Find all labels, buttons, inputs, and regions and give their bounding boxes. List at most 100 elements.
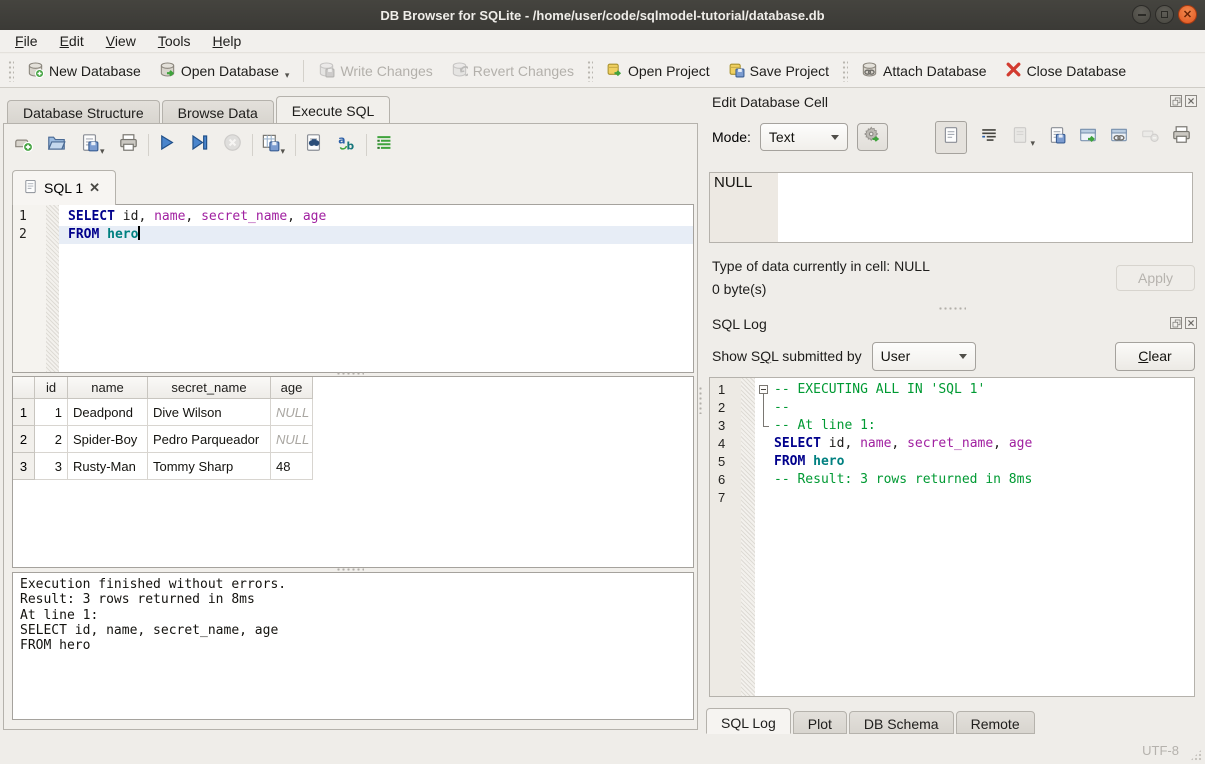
- clear-log-button[interactable]: Clear: [1115, 342, 1195, 371]
- table-cell[interactable]: NULL: [271, 399, 313, 426]
- cell-log-splitter[interactable]: [938, 306, 966, 311]
- execute-line-button[interactable]: [190, 133, 209, 157]
- toolbar-drag-handle[interactable]: [842, 60, 848, 82]
- column-header-age[interactable]: age: [271, 377, 313, 399]
- print-button[interactable]: [1172, 125, 1191, 149]
- dock-tab-sql-log[interactable]: SQL Log: [706, 708, 791, 734]
- log-line-number: 4: [710, 435, 741, 453]
- results-table[interactable]: idnamesecret_nameage11DeadpondDive Wilso…: [12, 376, 694, 568]
- line-number: 2: [13, 226, 46, 244]
- row-header[interactable]: 2: [13, 426, 35, 453]
- table-corner-cell[interactable]: [13, 377, 35, 399]
- sql-editor[interactable]: 12 SELECT id, name, secret_name, ageFROM…: [12, 204, 694, 373]
- close-panel-button[interactable]: [1185, 317, 1197, 329]
- table-cell[interactable]: 1: [35, 399, 68, 426]
- execute-sql-panel: ▾ ▾ ab SQL 1 ✕ 12 SELECT id, name, secret_…: [3, 123, 698, 730]
- toolbar-button-label: New Database: [49, 63, 141, 79]
- open-database-button[interactable]: Open Database▾: [150, 58, 299, 84]
- toolbar-drag-handle[interactable]: [8, 60, 14, 82]
- table-cell[interactable]: Deadpond: [68, 399, 148, 426]
- menu-bar: FileEditViewToolsHelp: [0, 30, 1205, 53]
- float-panel-button[interactable]: [1170, 317, 1182, 329]
- float-panel-button[interactable]: [1170, 95, 1182, 107]
- menu-item-view[interactable]: View: [95, 31, 147, 51]
- sql-log-title: SQL Log: [712, 316, 767, 332]
- tab-database-structure[interactable]: Database Structure: [7, 100, 160, 123]
- table-cell[interactable]: 48: [271, 453, 313, 480]
- dropdown-caret-icon[interactable]: ▾: [281, 146, 286, 157]
- print-button[interactable]: [119, 133, 138, 157]
- word-wrap-button[interactable]: [980, 126, 998, 149]
- link-data-icon: [1110, 126, 1128, 149]
- save-project-button[interactable]: Save Project: [719, 58, 838, 84]
- column-header-name[interactable]: name: [68, 377, 148, 399]
- table-cell[interactable]: Pedro Parqueador: [148, 426, 271, 453]
- table-cell[interactable]: 3: [35, 453, 68, 480]
- format-sql-button[interactable]: [375, 133, 394, 157]
- new-database-button[interactable]: New Database: [18, 58, 150, 84]
- text-cursor: [138, 226, 140, 240]
- replace-button[interactable]: ab: [337, 133, 356, 157]
- menu-item-file[interactable]: File: [4, 31, 49, 51]
- minimize-button[interactable]: [1132, 5, 1151, 24]
- menu-item-tools[interactable]: Tools: [147, 31, 202, 51]
- table-cell[interactable]: Rusty-Man: [68, 453, 148, 480]
- print-icon: [1172, 125, 1191, 149]
- table-cell[interactable]: Dive Wilson: [148, 399, 271, 426]
- log-filter-select[interactable]: User: [872, 342, 976, 371]
- table-row: 33Rusty-ManTommy Sharp48: [13, 453, 693, 480]
- cell-value-editor[interactable]: NULL: [709, 172, 1193, 243]
- open-external-button[interactable]: [1079, 126, 1097, 149]
- table-cell[interactable]: NULL: [271, 426, 313, 453]
- sql-log-view[interactable]: 1234567 -- EXECUTING ALL IN 'SQL 1'---- …: [709, 377, 1195, 697]
- menu-item-help[interactable]: Help: [202, 31, 253, 51]
- cell-value: NULL: [714, 174, 752, 191]
- column-header-secret_name[interactable]: secret_name: [148, 377, 271, 399]
- dropdown-caret-icon[interactable]: ▾: [100, 146, 105, 157]
- sql-document-tab[interactable]: SQL 1 ✕: [12, 170, 116, 205]
- save-sql-file-button[interactable]: ▾: [80, 133, 105, 157]
- link-data-button[interactable]: [1110, 126, 1128, 149]
- tab-execute-sql[interactable]: Execute SQL: [276, 96, 391, 123]
- toolbar-drag-handle[interactable]: [587, 60, 593, 82]
- close-sql-tab-icon[interactable]: ✕: [89, 180, 100, 196]
- row-header[interactable]: 1: [13, 399, 35, 426]
- toolbar-button-label: Save Project: [750, 63, 829, 79]
- export-results-button[interactable]: ▾: [261, 133, 286, 157]
- table-cell[interactable]: Tommy Sharp: [148, 453, 271, 480]
- dock-tab-db-schema[interactable]: DB Schema: [849, 711, 954, 734]
- apply-button[interactable]: Apply: [1116, 265, 1195, 291]
- row-header[interactable]: 3: [13, 453, 35, 480]
- import-data-icon: [1011, 126, 1029, 149]
- export-data-button[interactable]: [1048, 126, 1066, 149]
- dock-tab-remote[interactable]: Remote: [956, 711, 1035, 734]
- column-header-id[interactable]: id: [35, 377, 68, 399]
- auto-apply-button[interactable]: [857, 123, 888, 151]
- fold-marker-icon[interactable]: [759, 385, 768, 394]
- new-sql-tab-button[interactable]: [14, 133, 33, 157]
- panel-splitter[interactable]: [698, 386, 703, 414]
- find-button[interactable]: [304, 133, 323, 157]
- attach-database-button[interactable]: Attach Database: [852, 58, 996, 84]
- close-panel-button[interactable]: [1185, 95, 1197, 107]
- maximize-button[interactable]: [1155, 5, 1174, 24]
- open-sql-file-button[interactable]: [47, 133, 66, 157]
- close-button[interactable]: ✕: [1178, 5, 1197, 24]
- execute-all-button[interactable]: [157, 133, 176, 157]
- execute-line-icon: [190, 133, 209, 157]
- svg-text:a: a: [338, 134, 345, 147]
- resize-grip[interactable]: [1190, 749, 1202, 761]
- table-cell[interactable]: Spider-Boy: [68, 426, 148, 453]
- table-cell[interactable]: 2: [35, 426, 68, 453]
- mode-select[interactable]: Text: [760, 123, 848, 151]
- code-line: SELECT id, name, secret_name, age: [755, 435, 1194, 453]
- dropdown-caret-icon[interactable]: ▾: [285, 70, 290, 81]
- dock-tab-plot[interactable]: Plot: [793, 711, 847, 734]
- execution-message[interactable]: Execution finished without errors. Resul…: [12, 572, 694, 720]
- close-database-button[interactable]: Close Database: [996, 58, 1136, 84]
- tab-browse-data[interactable]: Browse Data: [162, 100, 274, 123]
- text-mode-button[interactable]: [935, 121, 967, 154]
- titlebar[interactable]: DB Browser for SQLite - /home/user/code/…: [0, 0, 1205, 30]
- menu-item-edit[interactable]: Edit: [49, 31, 95, 51]
- open-project-button[interactable]: Open Project: [597, 58, 719, 84]
